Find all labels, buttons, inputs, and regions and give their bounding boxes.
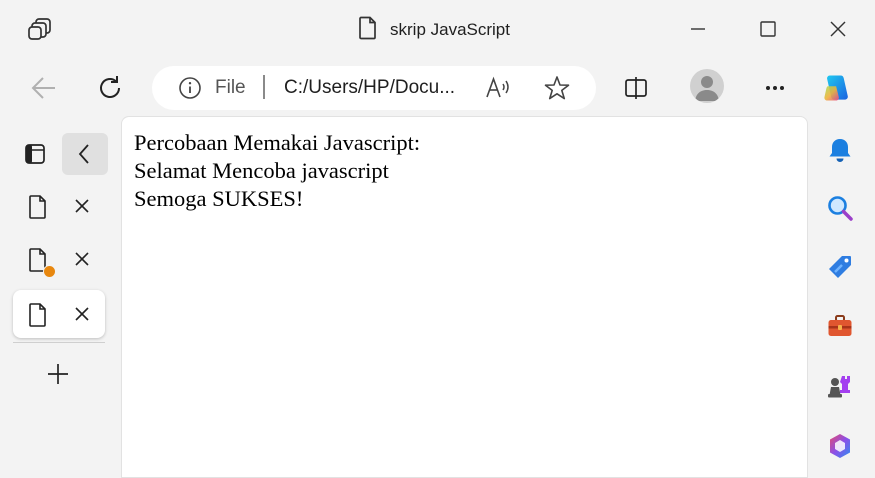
document-icon	[27, 194, 49, 220]
content-line-2: Selamat Mencoba javascript	[134, 158, 389, 183]
close-tab-icon[interactable]	[71, 303, 93, 325]
notification-dot	[43, 265, 56, 278]
address-bar[interactable]: File C:/Users/HP/Docu...	[152, 66, 596, 110]
info-icon[interactable]	[178, 76, 202, 100]
more-options-button[interactable]	[758, 71, 792, 105]
vertical-tab-1[interactable]	[13, 182, 105, 230]
search-icon[interactable]	[826, 194, 854, 222]
window-title: skrip JavaScript	[358, 16, 510, 45]
profile-avatar[interactable]	[690, 69, 724, 103]
vertical-tab-3-active[interactable]	[13, 290, 105, 338]
address-scheme-label: File	[215, 77, 246, 98]
refresh-button[interactable]	[93, 71, 127, 105]
content-line-3: Semoga SUKSES!	[134, 186, 304, 211]
games-icon[interactable]	[826, 372, 854, 400]
close-tab-icon[interactable]	[71, 248, 93, 270]
address-url[interactable]: C:/Users/HP/Docu...	[284, 77, 455, 99]
copilot-icon[interactable]	[820, 71, 854, 105]
vertical-tab-2[interactable]	[13, 235, 105, 283]
back-button[interactable]	[27, 71, 61, 105]
split-screen-button[interactable]	[619, 71, 653, 105]
tabs-divider	[13, 342, 105, 343]
tools-icon[interactable]	[826, 312, 854, 340]
close-window-button[interactable]	[823, 14, 853, 44]
page-content: Percobaan Memakai Javascript: Selamat Me…	[121, 116, 808, 478]
title-bar: skrip JavaScript	[0, 0, 875, 58]
vertical-tabs-pane	[0, 116, 121, 467]
new-tab-button[interactable]	[45, 361, 71, 387]
edge-sidebar	[806, 116, 875, 467]
document-icon	[27, 302, 49, 328]
tab-layout-icon[interactable]	[22, 141, 48, 167]
tab-actions-icon[interactable]	[27, 15, 55, 43]
bell-icon[interactable]	[826, 136, 854, 164]
read-aloud-icon[interactable]	[485, 76, 513, 100]
shopping-tag-icon[interactable]	[826, 253, 854, 281]
office-icon[interactable]	[826, 432, 854, 460]
collapse-tabs-button[interactable]	[62, 133, 108, 175]
window-title-text: skrip JavaScript	[390, 20, 510, 39]
content-line-1: Percobaan Memakai Javascript:	[134, 130, 421, 155]
address-separator	[263, 75, 265, 99]
document-icon	[358, 16, 378, 45]
favorite-star-icon[interactable]	[544, 75, 570, 101]
maximize-button[interactable]	[753, 14, 783, 44]
close-tab-icon[interactable]	[71, 195, 93, 217]
minimize-button[interactable]	[683, 14, 713, 44]
